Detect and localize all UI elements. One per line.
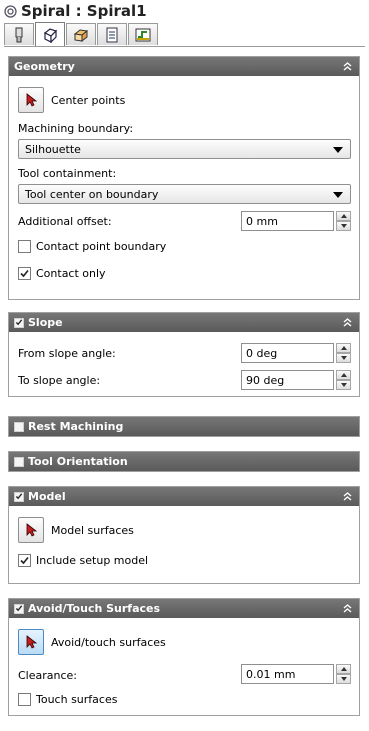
spiral-icon xyxy=(4,4,17,18)
avoid-surfaces-select-button[interactable] xyxy=(18,629,44,655)
tab-tool[interactable] xyxy=(4,23,34,45)
spin-up-button[interactable] xyxy=(336,211,351,221)
slope-header[interactable]: Slope xyxy=(9,313,359,332)
rest-machining-enable-checkbox[interactable] xyxy=(14,421,24,432)
machining-boundary-value: Silhouette xyxy=(25,142,81,156)
avoid-touch-enable-checkbox[interactable] xyxy=(14,603,24,614)
slope-header-label: Slope xyxy=(28,316,63,329)
contact-point-boundary-row[interactable]: Contact point boundary xyxy=(18,240,166,253)
clearance-input[interactable]: 0.01 mm xyxy=(241,664,334,684)
collapse-icon[interactable] xyxy=(342,61,353,72)
tool-containment-value: Tool center on boundary xyxy=(25,187,159,201)
checkmark-icon xyxy=(15,319,23,326)
tool-containment-select[interactable]: Tool center on boundary xyxy=(18,184,351,204)
model-surfaces-row: Model surfaces xyxy=(18,517,134,543)
window-title-bar: Spiral : Spiral1 xyxy=(4,2,147,20)
contact-only-row[interactable]: Contact only xyxy=(18,267,106,280)
pointer-arrow-icon xyxy=(26,523,37,537)
to-slope-angle-input[interactable]: 90 deg xyxy=(241,370,334,390)
touch-surfaces-row[interactable]: Touch surfaces xyxy=(18,693,117,706)
rest-machining-header[interactable]: Rest Machining xyxy=(9,417,359,436)
to-slope-angle-spinner: 90 deg xyxy=(241,370,351,390)
chevron-down-icon xyxy=(333,192,343,198)
tab-linking[interactable] xyxy=(128,23,158,45)
heights-icon xyxy=(73,28,89,42)
model-surfaces-select-button[interactable] xyxy=(18,517,44,543)
spin-down-button[interactable] xyxy=(336,221,351,231)
center-points-select-button[interactable] xyxy=(18,87,44,113)
model-header-label: Model xyxy=(28,490,66,503)
tab-heights[interactable] xyxy=(66,23,96,45)
center-points-row: Center points xyxy=(18,87,125,113)
checkmark-icon xyxy=(15,493,23,500)
include-setup-model-label: Include setup model xyxy=(36,554,149,567)
geometry-header[interactable]: Geometry xyxy=(9,57,359,76)
spin-up-button[interactable] xyxy=(336,343,351,353)
to-slope-angle-label: To slope angle: xyxy=(18,374,101,387)
tool-orientation-enable-checkbox[interactable] xyxy=(14,456,24,467)
rest-machining-panel: Rest Machining xyxy=(8,416,360,437)
tab-strip xyxy=(4,22,158,46)
contact-point-boundary-label: Contact point boundary xyxy=(36,240,167,253)
pointer-arrow-icon xyxy=(26,93,37,107)
collapse-icon[interactable] xyxy=(342,491,353,502)
center-points-label: Center points xyxy=(51,93,126,107)
collapse-icon[interactable] xyxy=(342,603,353,614)
linking-icon xyxy=(135,28,151,41)
avoid-touch-header-label: Avoid/Touch Surfaces xyxy=(28,602,161,615)
additional-offset-label: Additional offset: xyxy=(18,215,112,228)
touch-surfaces-label: Touch surfaces xyxy=(36,693,118,706)
checkmark-icon xyxy=(20,269,29,278)
spin-up-button[interactable] xyxy=(336,664,351,674)
spin-down-button[interactable] xyxy=(336,674,351,684)
collapse-icon[interactable] xyxy=(342,317,353,328)
clearance-label: Clearance: xyxy=(18,669,78,682)
geometry-cube-icon xyxy=(43,27,58,43)
tool-containment-label: Tool containment: xyxy=(18,167,117,180)
tool-orientation-panel: Tool Orientation xyxy=(8,451,360,472)
model-enable-checkbox[interactable] xyxy=(14,491,24,502)
tab-passes[interactable] xyxy=(97,23,127,45)
clearance-spinner: 0.01 mm xyxy=(241,664,351,684)
model-header[interactable]: Model xyxy=(9,487,359,506)
checkmark-icon xyxy=(20,556,29,565)
geometry-header-label: Geometry xyxy=(14,60,75,73)
tool-orientation-header-label: Tool Orientation xyxy=(28,455,128,468)
contact-only-label: Contact only xyxy=(36,267,106,280)
avoid-surfaces-row: Avoid/touch surfaces xyxy=(18,629,166,655)
contact-only-checkbox[interactable] xyxy=(18,267,31,280)
machining-boundary-label: Machining boundary: xyxy=(18,122,134,135)
spin-down-button[interactable] xyxy=(336,353,351,363)
model-panel: Model Model surfaces Include setup model xyxy=(8,486,360,584)
rest-machining-header-label: Rest Machining xyxy=(28,420,124,433)
avoid-touch-panel: Avoid/Touch Surfaces Avoid/touch surface… xyxy=(8,598,360,716)
tool-icon xyxy=(15,27,23,42)
machining-boundary-select[interactable]: Silhouette xyxy=(18,139,351,159)
from-slope-angle-label: From slope angle: xyxy=(18,347,116,360)
tool-orientation-header[interactable]: Tool Orientation xyxy=(9,452,359,471)
page-title: Spiral : Spiral1 xyxy=(21,2,147,20)
avoid-touch-header[interactable]: Avoid/Touch Surfaces xyxy=(9,599,359,618)
contact-point-boundary-checkbox[interactable] xyxy=(18,240,31,253)
from-slope-angle-input[interactable]: 0 deg xyxy=(241,343,334,363)
model-surfaces-label: Model surfaces xyxy=(51,523,134,537)
spin-up-button[interactable] xyxy=(336,370,351,380)
chevron-down-icon xyxy=(333,147,343,153)
additional-offset-input[interactable]: 0 mm xyxy=(241,211,334,231)
pointer-arrow-icon xyxy=(26,635,37,649)
touch-surfaces-checkbox[interactable] xyxy=(18,693,31,706)
from-slope-angle-spinner: 0 deg xyxy=(241,343,351,363)
spin-down-button[interactable] xyxy=(336,380,351,390)
slope-enable-checkbox[interactable] xyxy=(14,317,24,328)
checkmark-icon xyxy=(15,605,23,612)
tab-geometry[interactable] xyxy=(35,22,65,46)
passes-icon xyxy=(106,27,118,42)
geometry-panel: Geometry Center points Machining boundar… xyxy=(8,56,360,300)
additional-offset-spinner: 0 mm xyxy=(241,211,351,231)
slope-panel: Slope From slope angle: 0 deg To slope a… xyxy=(8,312,360,397)
include-setup-model-checkbox[interactable] xyxy=(18,554,31,567)
tab-divider xyxy=(4,46,365,47)
avoid-surfaces-label: Avoid/touch surfaces xyxy=(51,635,166,649)
include-setup-model-row[interactable]: Include setup model xyxy=(18,554,148,567)
